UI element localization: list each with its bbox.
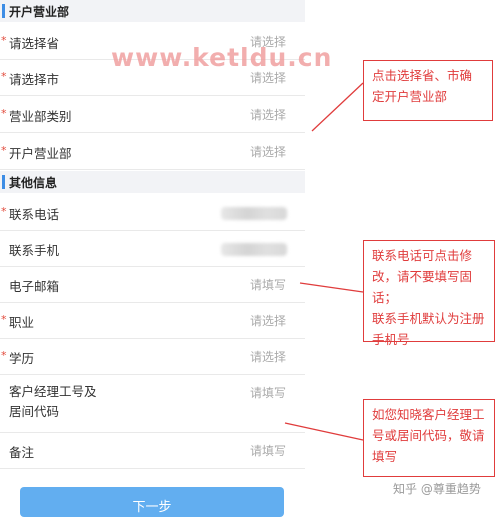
callout-text: 号或居间代码，敬请 bbox=[372, 428, 485, 443]
callout-line-1 bbox=[311, 82, 364, 132]
callout-text: 联系手机默认为注册 bbox=[372, 311, 485, 326]
callout-text: 改，请不要填写固话； bbox=[372, 269, 473, 305]
callout-phone-info: 联系电话可点击修 改，请不要填写固话； 联系手机默认为注册 手机号 bbox=[363, 240, 495, 347]
callout-line-3 bbox=[284, 422, 364, 441]
callout-text: 点击选择省、市确 bbox=[372, 68, 473, 83]
callout-line-2 bbox=[299, 282, 364, 293]
callout-text: 手机号 bbox=[372, 332, 410, 347]
callout-select-branch: 点击选择省、市确 定开户营业部 bbox=[363, 60, 493, 121]
callout-text: 定开户营业部 bbox=[372, 89, 448, 104]
zhihu-credit: 知乎 @尊重趋势 bbox=[393, 482, 481, 496]
callout-text: 填写 bbox=[372, 449, 398, 464]
callout-text: 如您知晓客户经理工 bbox=[372, 407, 485, 422]
callout-text: 联系电话可点击修 bbox=[372, 248, 473, 263]
callout-manager-code: 如您知晓客户经理工 号或居间代码，敬请 填写 bbox=[363, 399, 495, 477]
